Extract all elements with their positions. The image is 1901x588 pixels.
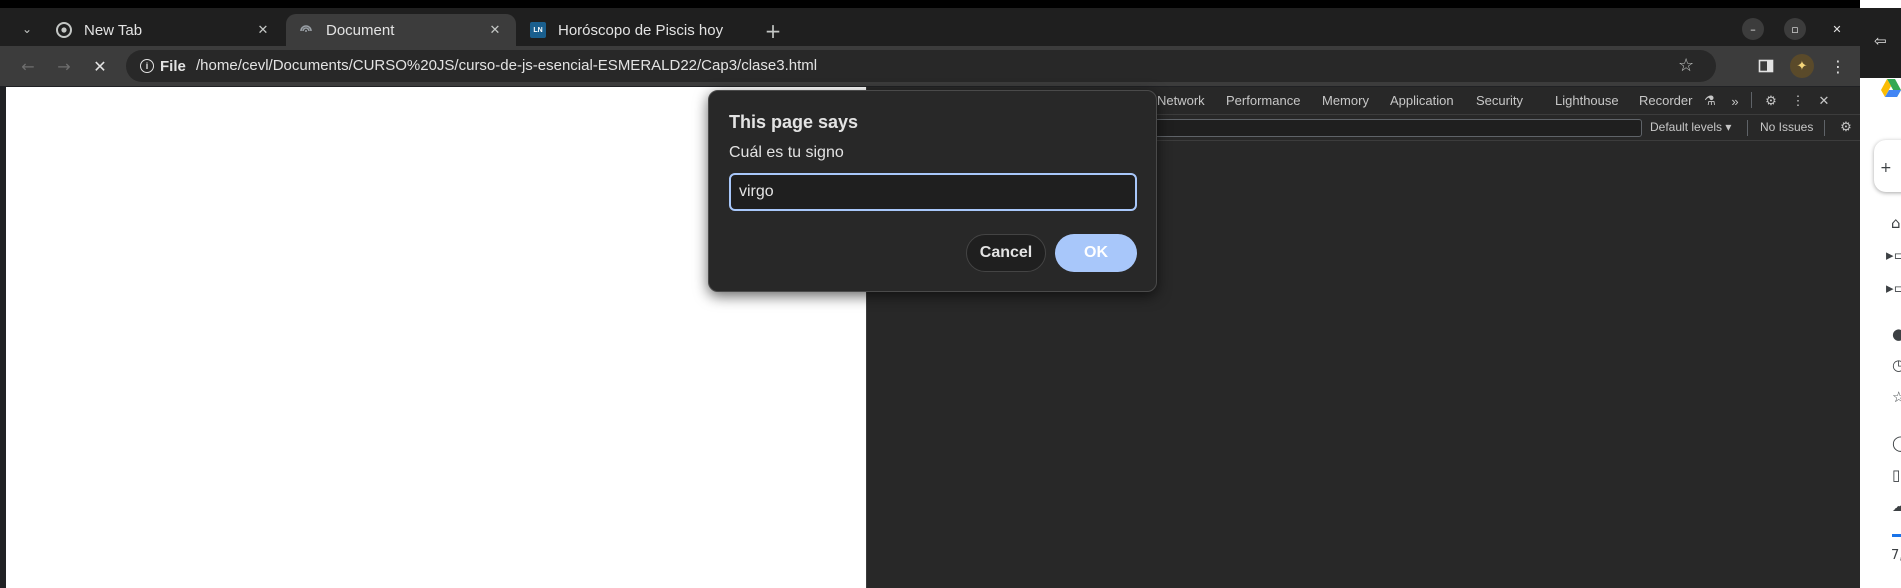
close-devtools-icon[interactable]: ✕ (1815, 92, 1833, 110)
tab-strip: ⌄ New Tab ✕ Document ✕ LN Horóscopo de P… (0, 8, 1860, 46)
devtools-tab-recorder[interactable]: Recorder (1639, 93, 1692, 108)
cancel-button[interactable]: Cancel (966, 234, 1046, 272)
tab-label: New Tab (84, 21, 143, 39)
bookmark-star-icon[interactable]: ☆ (1678, 55, 1694, 76)
url-text[interactable]: /home/cevl/Documents/CURSO%20JS/curso-de… (196, 57, 817, 74)
shared-icon[interactable]: ● (1892, 325, 1901, 343)
tab-new-tab[interactable]: New Tab ✕ (44, 14, 284, 46)
devtools-tab-network[interactable]: Network (1157, 93, 1205, 108)
prompt-input[interactable] (729, 173, 1137, 211)
default-levels-dropdown[interactable]: Default levels ▾ (1650, 120, 1731, 134)
storage-text: 7, (1891, 548, 1901, 563)
toolbar: ← → ✕ i File /home/cevl/Documents/CURSO%… (0, 46, 1860, 86)
ok-button[interactable]: OK (1055, 234, 1137, 272)
flask-icon: ⚗ (1704, 93, 1716, 108)
tab-horoscopo[interactable]: LN Horóscopo de Piscis hoy (518, 14, 754, 46)
loading-icon (298, 22, 314, 38)
prompt-dialog: This page says Cuál es tu signo Cancel O… (708, 90, 1157, 292)
home-icon[interactable]: ⌂ (1891, 214, 1901, 232)
close-tab-icon[interactable]: ✕ (254, 21, 272, 39)
divider (1824, 120, 1825, 136)
storage-bar (1892, 534, 1901, 537)
address-bar[interactable]: i File /home/cevl/Documents/CURSO%20JS/c… (126, 50, 1716, 82)
forward-arrow-icon[interactable]: → (52, 54, 76, 78)
dialog-title: This page says (729, 112, 859, 132)
devtools-tab-performance[interactable]: Performance (1226, 93, 1300, 108)
plus-icon: + (1880, 160, 1892, 176)
side-panel-icon[interactable] (1754, 54, 1778, 78)
recent-icon[interactable]: ◷ (1892, 356, 1901, 374)
devtools-tab-security[interactable]: Security (1476, 93, 1523, 108)
devtools-tab-lighthouse[interactable]: Lighthouse (1555, 93, 1619, 108)
profile-avatar[interactable]: ✦ (1790, 54, 1814, 78)
os-top-bar (0, 0, 1901, 8)
starred-icon[interactable]: ☆ (1892, 388, 1901, 406)
devtools-menu-icon[interactable]: ⋮ (1789, 92, 1807, 110)
menu-kebab-icon[interactable]: ⋮ (1826, 54, 1850, 78)
close-tab-icon[interactable]: ✕ (486, 21, 504, 39)
ln-favicon-icon: LN (530, 22, 546, 38)
tab-search-chevron-icon[interactable]: ⌄ (14, 16, 40, 42)
chrome-icon (56, 22, 72, 38)
restore-icon[interactable]: ▫ (1784, 18, 1806, 40)
trash-icon[interactable]: ▯ (1892, 466, 1900, 484)
stop-loading-icon[interactable]: ✕ (88, 54, 112, 78)
spam-icon[interactable]: ◯ (1892, 434, 1901, 452)
devtools-tab-memory[interactable]: Memory (1322, 93, 1369, 108)
new-tab-plus-icon[interactable]: + (762, 19, 784, 43)
drive-logo-icon (1880, 78, 1901, 102)
info-icon: i (140, 59, 154, 73)
more-tabs-chevron-icon[interactable]: » (1726, 92, 1744, 110)
console-settings-gear-icon[interactable]: ⚙ (1837, 118, 1855, 136)
divider (1747, 120, 1748, 136)
back-arrow-icon[interactable]: ← (16, 54, 40, 78)
close-window-icon[interactable]: ✕ (1826, 18, 1848, 40)
tab-label: Document (326, 21, 395, 39)
my-drive-icon[interactable]: ▸▭ (1886, 246, 1901, 264)
devtools-tab-application[interactable]: Application (1390, 93, 1454, 108)
site-info-button[interactable]: i File (134, 55, 192, 77)
side-panel-header: ⇦ (1860, 8, 1901, 78)
settings-gear-icon[interactable]: ⚙ (1762, 92, 1780, 110)
tab-document[interactable]: Document ✕ (286, 14, 516, 46)
dialog-message: Cuál es tu signo (729, 144, 844, 161)
site-info-label: File (160, 57, 186, 75)
minimize-icon[interactable]: – (1742, 18, 1764, 40)
tab-label: Horóscopo de Piscis hoy (558, 21, 724, 39)
side-panel: ⇦ + ⌂ ▸▭ ▸▭ ● ◷ ☆ ◯ ▯ ☁ 7, (1860, 0, 1901, 588)
issues-counter[interactable]: No Issues (1760, 120, 1813, 134)
divider (1751, 92, 1752, 108)
storage-icon[interactable]: ☁ (1892, 497, 1901, 515)
computers-icon[interactable]: ▸▭ (1886, 279, 1901, 297)
logout-icon[interactable]: ⇦ (1874, 32, 1887, 50)
